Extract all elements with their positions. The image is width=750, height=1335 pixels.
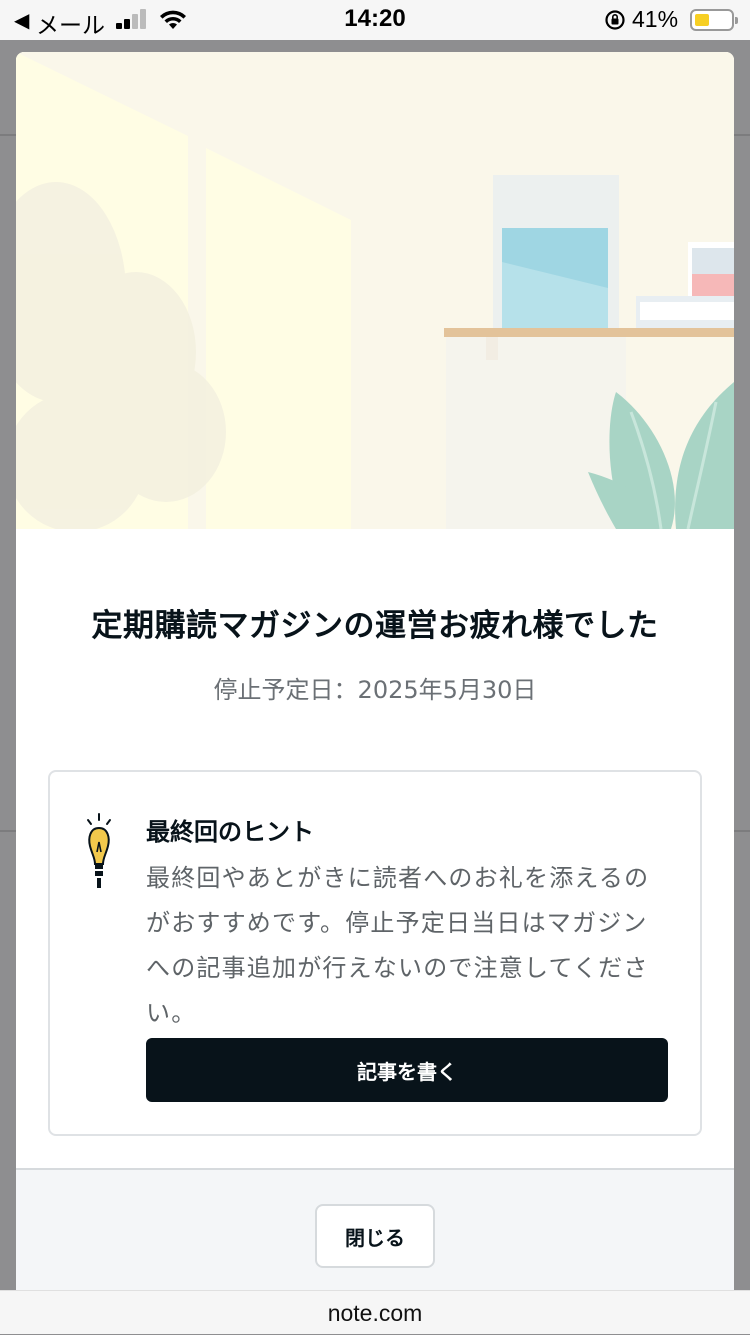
stop-date: 停止予定日：2025年5月30日 bbox=[213, 676, 537, 704]
url-bar[interactable]: note.com bbox=[0, 1290, 750, 1334]
close-button[interactable]: 閉じる bbox=[315, 1204, 435, 1268]
modal-dialog: 定期購読マガジンの運営お疲れ様でした 停止予定日：2025年5月30日 最終回の… bbox=[16, 52, 734, 1290]
modal-title: 定期購読マガジンの運営お疲れ様でした bbox=[91, 608, 659, 644]
write-article-button[interactable]: 記事を書く bbox=[146, 1038, 668, 1102]
battery-percent: 41% bbox=[632, 6, 679, 32]
rotation-lock-icon bbox=[605, 10, 625, 30]
hint-body: 最終回やあとがきに読者へのお礼を添えるのがおすすめです。停止予定日当日はマガジン… bbox=[146, 864, 650, 1027]
hint-title: 最終回のヒント bbox=[146, 818, 314, 846]
battery-icon bbox=[690, 9, 738, 31]
hero-illustration bbox=[16, 52, 734, 529]
lightbulb-icon bbox=[87, 813, 111, 888]
hint-card: 最終回のヒント 最終回やあとがきに読者へのお礼を添えるのがおすすめです。停止予定… bbox=[48, 770, 702, 1136]
modal-footer: 閉じる bbox=[16, 1168, 734, 1290]
status-bar: ◀ メール 14:20 41% bbox=[0, 0, 750, 40]
